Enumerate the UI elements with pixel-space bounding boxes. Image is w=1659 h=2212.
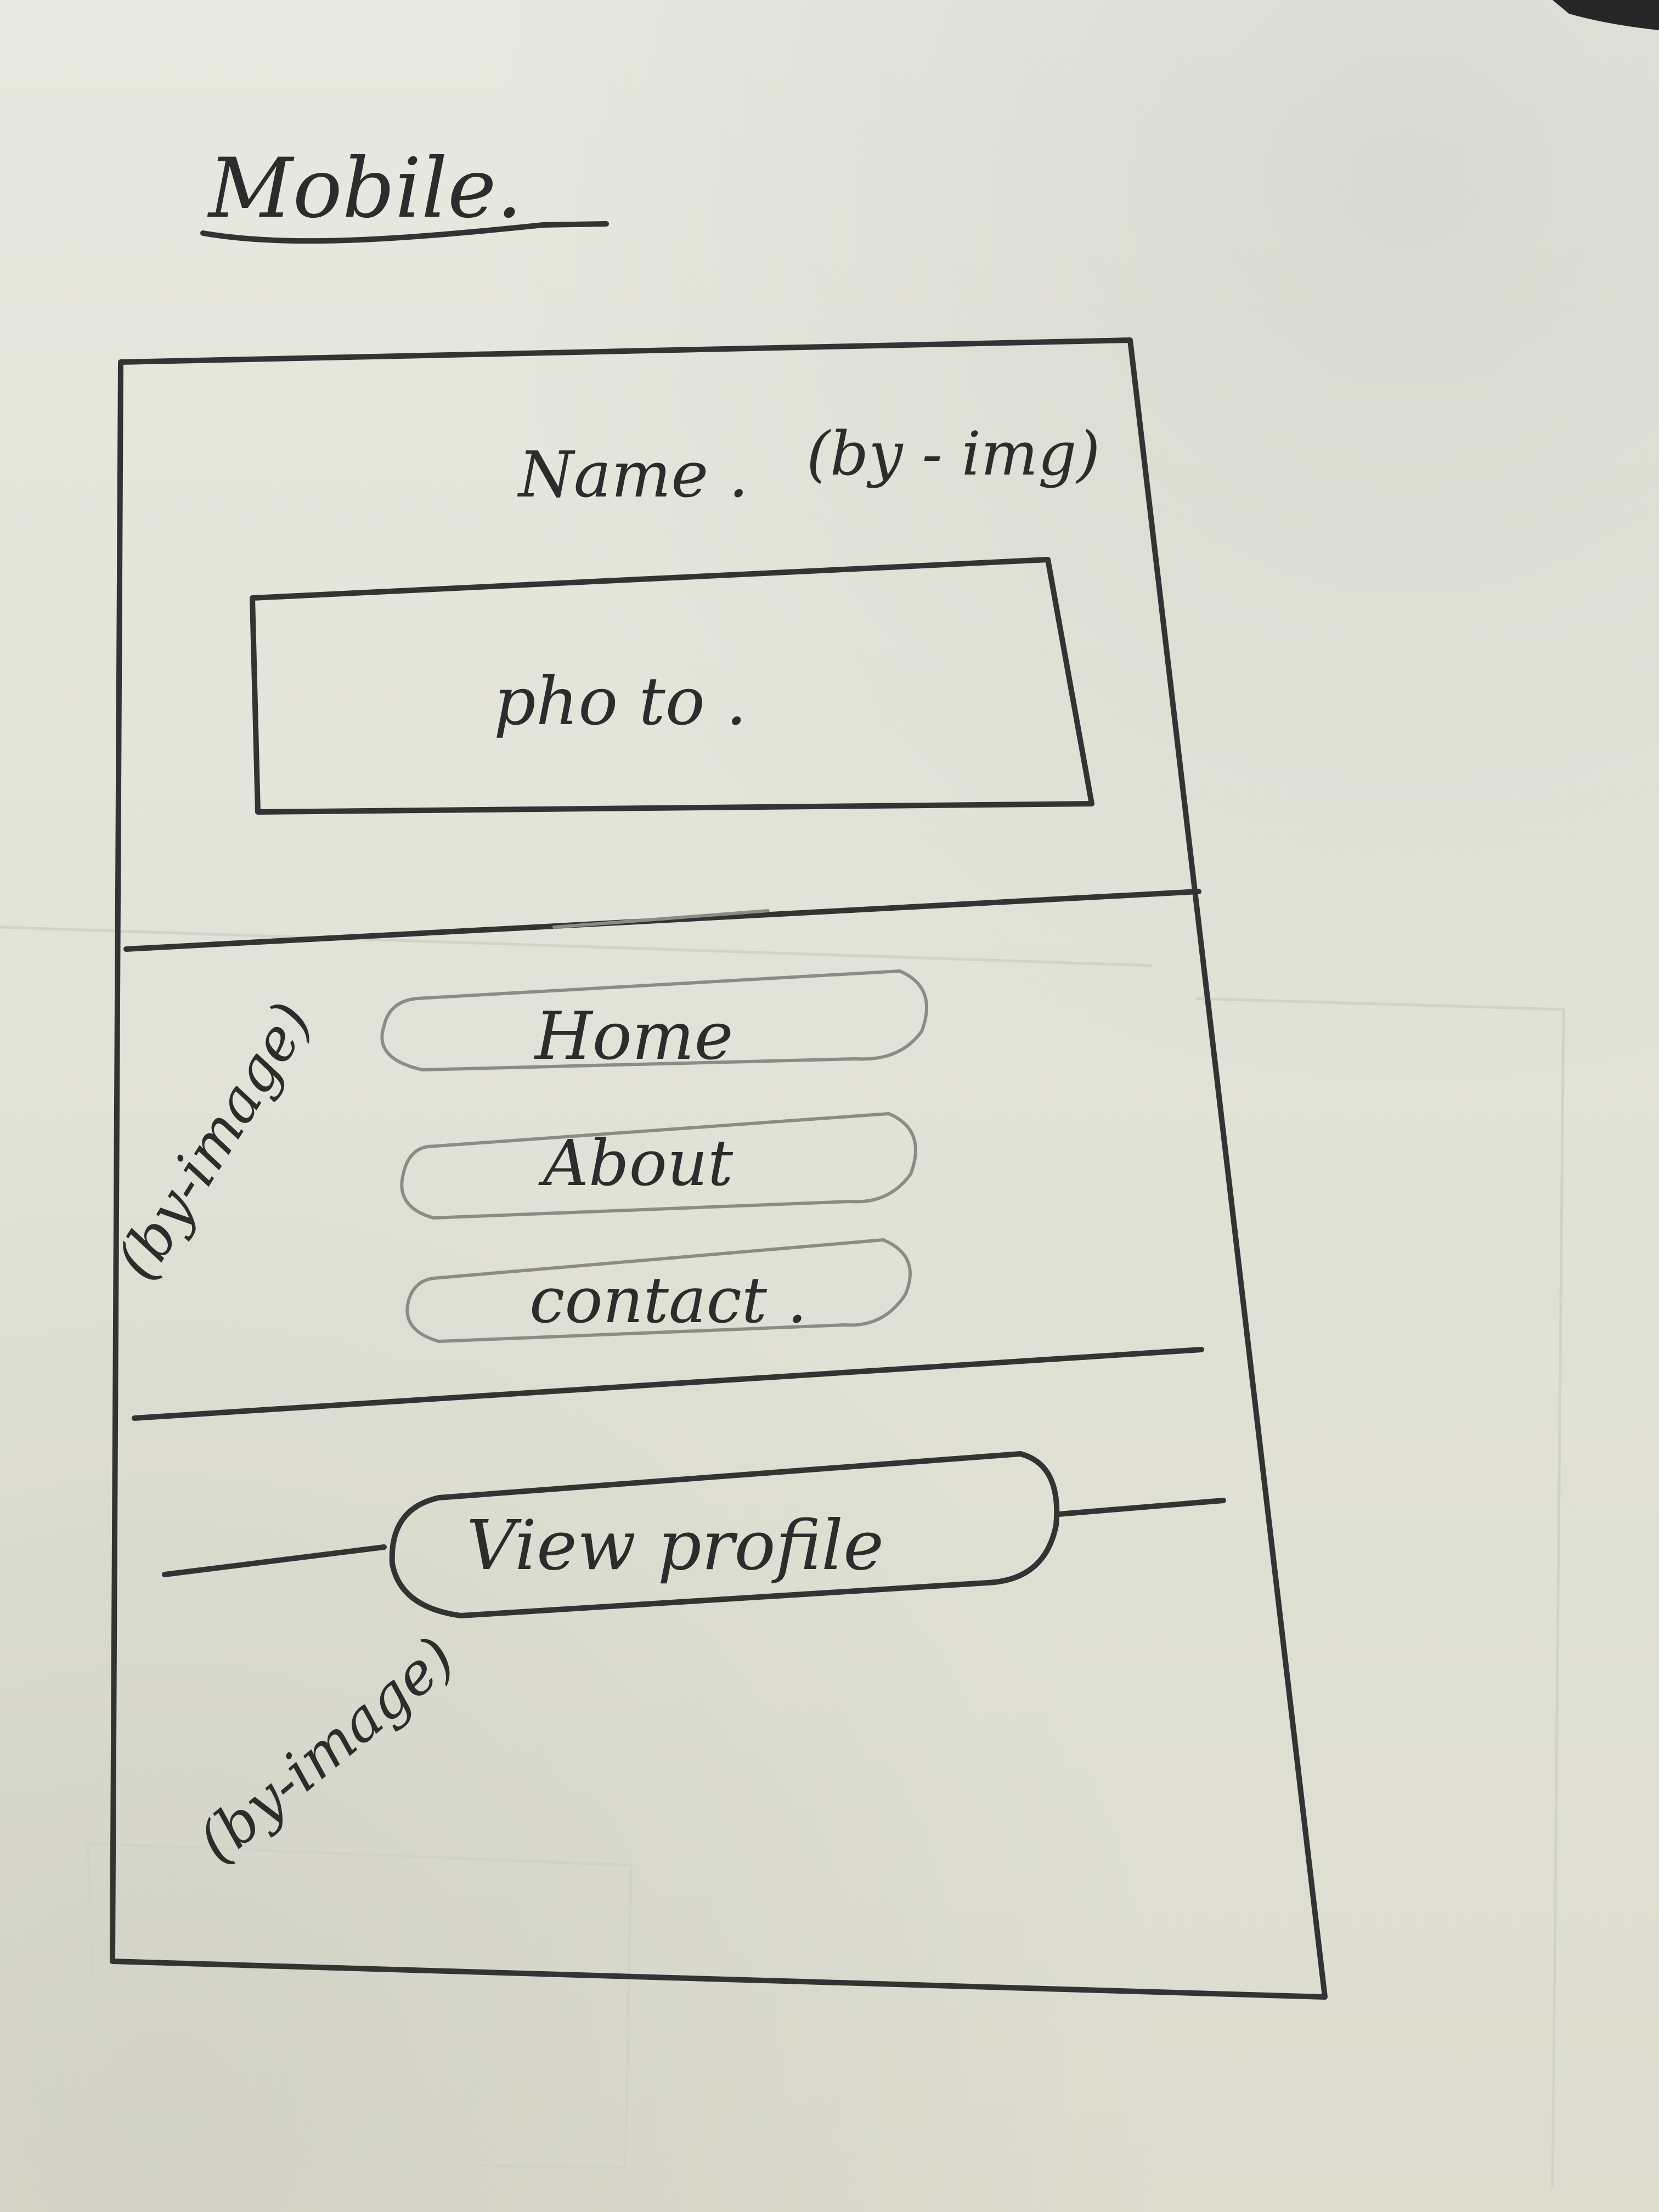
name-label: Name . [517, 438, 748, 512]
header-section: Name . (by - img) [517, 419, 1100, 512]
nav-divider [132, 1347, 1204, 1421]
view-profile-area: View profile (by-image) [162, 1451, 1226, 1876]
sketch-canvas: Mobile. Name . (by - img) pho to . Home … [0, 0, 1659, 2190]
footer-note: (by-image) [185, 1624, 467, 1876]
nav-menu: Home About contact . (by-image) [103, 969, 928, 1343]
nav-item-about[interactable]: About [538, 1127, 733, 1200]
view-profile-label[interactable]: View profile [466, 1506, 884, 1585]
name-note: (by - img) [806, 419, 1100, 489]
nav-item-contact[interactable]: contact . [529, 1264, 807, 1338]
photo-label: pho to . [494, 664, 747, 740]
nav-note: (by-image) [103, 991, 325, 1291]
page-heading-text: Mobile. [207, 141, 522, 236]
pen-tip [1553, 0, 1659, 30]
photo-placeholder: pho to . [250, 557, 1094, 815]
nav-item-home[interactable]: Home [534, 998, 733, 1075]
page-heading: Mobile. [200, 141, 609, 244]
